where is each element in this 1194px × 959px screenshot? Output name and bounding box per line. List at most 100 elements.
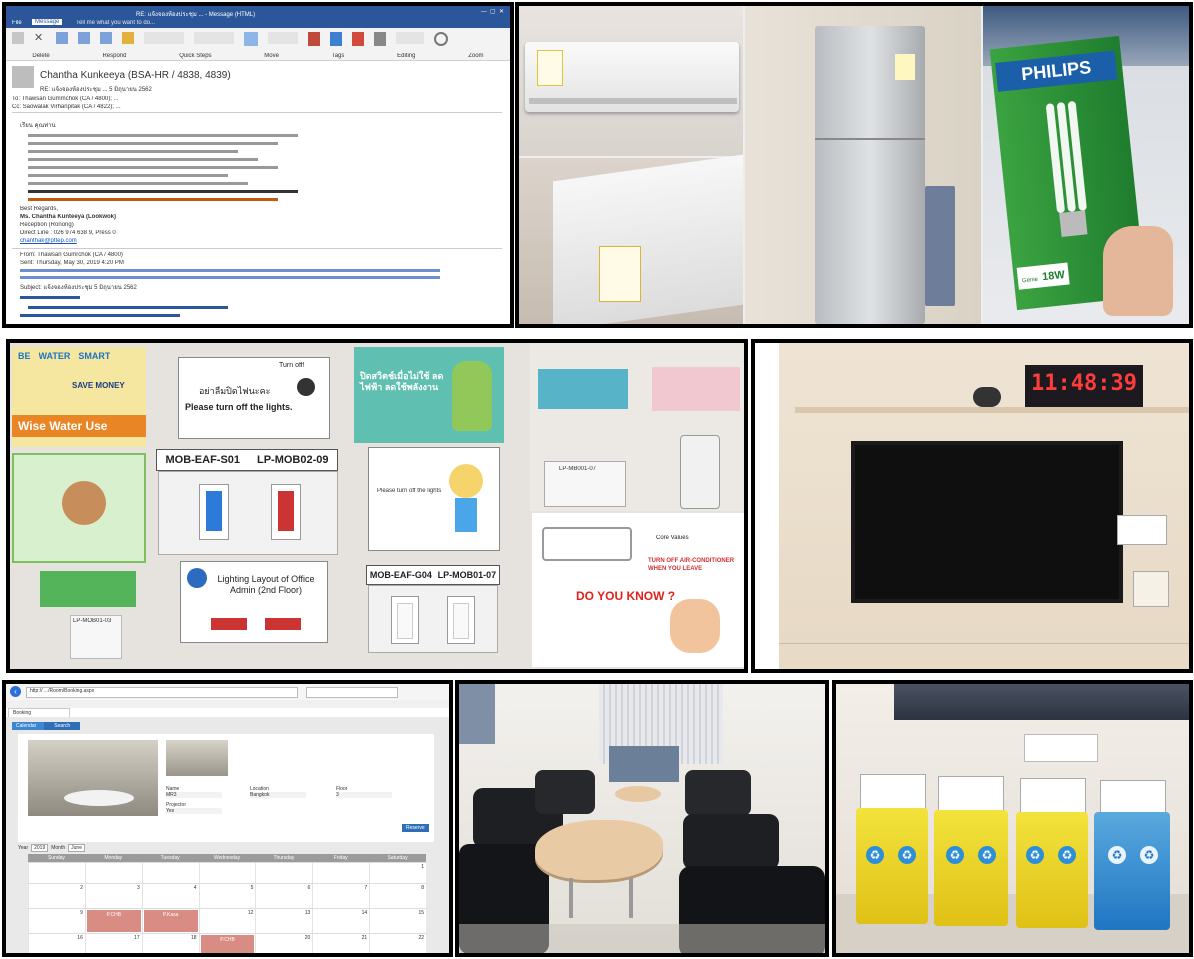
quick-steps-icon[interactable]: [144, 32, 184, 44]
calendar-day-cell[interactable]: 7: [312, 884, 369, 908]
date-filters: Year 2019 Month June: [18, 844, 85, 852]
calendar-event[interactable]: P.CHB: [200, 935, 255, 953]
panel-meeting-room-tv: 11:48:39: [751, 339, 1193, 673]
calendar-day-cell[interactable]: 11P.Kasa: [141, 909, 199, 933]
calendar-day-number: 5: [250, 885, 254, 891]
breadcrumb-search[interactable]: Search: [44, 722, 81, 730]
follow-up-icon[interactable]: [352, 32, 364, 46]
small-switch-right: LP-MB001-07: [544, 461, 626, 507]
reply-all-icon[interactable]: [78, 32, 90, 44]
calendar-day-cell[interactable]: [198, 863, 256, 883]
light-switch-blue[interactable]: [199, 484, 229, 540]
calendar-day-cell[interactable]: [84, 863, 142, 883]
calendar-day-number: 2: [80, 885, 83, 891]
move-icon[interactable]: [244, 32, 258, 46]
light-switch-3[interactable]: [391, 596, 419, 644]
group-quick-steps: Quick Steps: [179, 53, 212, 59]
calendar-day-cell[interactable]: 14: [312, 909, 369, 933]
air-conditioner-photo: [519, 6, 743, 156]
rules-icon[interactable]: [268, 32, 298, 44]
conference-camera: [973, 387, 1001, 407]
ribbon: ✕ Delete Respond Quick Steps Move Tags E…: [6, 28, 510, 61]
tab-file[interactable]: File: [12, 20, 22, 26]
translate-icon[interactable]: [374, 32, 386, 46]
calendar-day-cell[interactable]: 10P.CHB: [84, 909, 142, 933]
switch-label-d: LP-MOB01-07: [437, 570, 497, 580]
recycle-icon: ♻: [978, 846, 996, 864]
water-word: WATER: [38, 351, 71, 361]
girl-sign-text: Please turn off the lights: [377, 488, 442, 494]
back-icon[interactable]: ‹: [10, 686, 21, 697]
year-select[interactable]: 2019: [31, 844, 49, 852]
refrigerator-photo: [745, 6, 981, 324]
green-poster-text: ปิดสวิตช์เมื่อไม่ใช้ ลดไฟฟ้า ลดใช้พลังงา…: [360, 371, 444, 392]
window-controls[interactable]: — ▢ ✕: [481, 8, 504, 15]
tab-message[interactable]: Message: [32, 19, 63, 25]
calendar-day-cell[interactable]: 4: [141, 884, 199, 908]
categorize-icon[interactable]: [330, 32, 342, 46]
calendar-day-cell[interactable]: 13: [255, 909, 312, 933]
calendar-day-cell[interactable]: [28, 863, 85, 883]
ac-remote[interactable]: [680, 435, 720, 509]
calendar-day-cell[interactable]: 22: [369, 934, 426, 953]
turn-off-english: Please turn off the lights.: [185, 402, 293, 412]
room-photo-large: [28, 740, 158, 816]
forward-icon[interactable]: [100, 32, 112, 44]
switch-label-a: MOB-EAF-S01: [165, 454, 241, 466]
calendar-day-cell[interactable]: 20: [255, 934, 312, 953]
ignore-icon[interactable]: [12, 32, 24, 44]
subject-line: Subject: แจ้งจองห้องประชุม 5 มิถุนายน 25…: [20, 285, 137, 291]
calendar-day-cell[interactable]: 15: [369, 909, 426, 933]
panel-recycling-bins: ♻ ♻ ♻ ♻ ♻ ♻ ♻ ♻: [832, 680, 1193, 957]
calendar-day-cell[interactable]: 1: [369, 863, 426, 883]
panel-lounge-photo: [455, 680, 829, 957]
browser-toolbar: ‹ http:// .../Room/Booking.aspx: [6, 684, 449, 701]
tag-icon[interactable]: [308, 32, 320, 46]
delete-icon[interactable]: ✕: [34, 32, 46, 44]
sig-regards: Best Regards,: [20, 206, 59, 212]
light-switch-red[interactable]: [271, 484, 301, 540]
calendar-day-cell[interactable]: 17: [84, 934, 142, 953]
calendar-day-cell[interactable]: 9: [28, 909, 85, 933]
reply-icon[interactable]: [56, 32, 68, 44]
turn-off-thai: อย่าลืมปิดไฟนะคะ: [199, 386, 271, 396]
calendar-day-cell[interactable]: 3: [84, 884, 142, 908]
calendar-day-cell[interactable]: 16: [28, 934, 85, 953]
calendar-day-cell[interactable]: 8: [369, 884, 426, 908]
calendar-event[interactable]: P.Kasa: [143, 910, 198, 932]
calendar-day-cell[interactable]: 18: [141, 934, 199, 953]
breadcrumb-calendar[interactable]: Calendar: [12, 722, 45, 730]
meeting-icon[interactable]: [122, 32, 134, 44]
overhead-window: [894, 684, 1189, 720]
reserve-button[interactable]: Reserve: [402, 824, 429, 832]
switch-label-b: LP-MOB02-09: [256, 454, 329, 466]
appliance-collage: PHILIPS Genie 18W: [519, 6, 1189, 324]
signs-collage: BE WATER SMART SAVE MONEY Wise Water Use…: [10, 343, 744, 669]
do-you-know-poster: Core Values TURN OFF AIR-CONDITIONER WHE…: [532, 513, 744, 667]
zoom-icon[interactable]: [434, 32, 448, 46]
calendar-day-cell[interactable]: [255, 863, 312, 883]
calendar-day-cell[interactable]: 12: [198, 909, 256, 933]
calendar-grid: Sunday Monday Tuesday Wednesday Thursday Frid…: [28, 854, 426, 953]
calendar-day-cell[interactable]: 6: [255, 884, 312, 908]
calendar-day-cell[interactable]: [141, 863, 199, 883]
quick-steps-icon-2[interactable]: [194, 32, 234, 44]
switch-label-bar-1: MOB-EAF-S01 LP-MOB02-09: [156, 449, 338, 471]
sig-email[interactable]: chanthak@pttep.com: [20, 238, 77, 244]
calendar-day-cell[interactable]: 19P.CHB: [198, 934, 256, 953]
tab-tell-me[interactable]: Tell me what you want to do...: [76, 20, 155, 26]
calendar-day-cell[interactable]: 5: [198, 884, 256, 908]
calendar-event[interactable]: P.CHB: [86, 910, 141, 932]
panel-email-screenshot: RE: แจ้งจองห้องประชุม ... - Message (HTM…: [2, 2, 514, 328]
find-icon[interactable]: [396, 32, 424, 44]
aircon-drawing: [542, 527, 632, 561]
light-switch-4[interactable]: [447, 596, 475, 644]
calendar-day-number: 20: [304, 935, 311, 941]
month-select[interactable]: June: [68, 844, 85, 852]
calendar-day-cell[interactable]: 21: [312, 934, 369, 953]
calendar-day-cell[interactable]: 2: [28, 884, 85, 908]
calendar-day-number: 7: [364, 885, 368, 891]
search-box[interactable]: [306, 687, 398, 698]
panel-room-booking: ‹ http:// .../Room/Booking.aspx Booking …: [2, 680, 453, 957]
calendar-day-cell[interactable]: [312, 863, 369, 883]
